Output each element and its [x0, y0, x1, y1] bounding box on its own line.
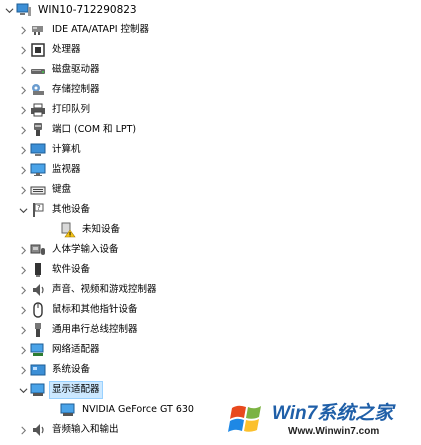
watermark-url: Www.Winwin7.com: [288, 426, 380, 437]
tree-item-label: IDE ATA/ATAPI 控制器: [52, 24, 150, 35]
tree-item-ports[interactable]: 端口 (COM 和 LPT): [0, 120, 421, 140]
tree-item-system-devices[interactable]: 系统设备: [0, 360, 421, 380]
storage-controller-icon: [30, 82, 46, 98]
speaker-icon: [30, 282, 46, 298]
tree-item-label: 处理器: [52, 44, 81, 55]
tree-item-processor[interactable]: 处理器: [0, 40, 421, 60]
display-adapter-icon: [30, 382, 46, 398]
display-adapter-icon: [60, 402, 76, 418]
chevron-right-icon[interactable]: [16, 180, 30, 200]
chevron-down-icon[interactable]: [2, 0, 16, 20]
keyboard-icon: [30, 182, 46, 198]
tree-item-computer[interactable]: 计算机: [0, 140, 421, 160]
watermark-brand: Win7系统之家: [272, 403, 394, 424]
chevron-right-icon[interactable]: [16, 240, 30, 260]
tree-item-keyboards[interactable]: 键盘: [0, 180, 421, 200]
device-manager-tree: WIN10-712290823 IDE ATA/ATAPI 控制器 处理器 磁盘…: [0, 0, 421, 445]
tree-item-usb-controllers[interactable]: 通用串行总线控制器: [0, 320, 421, 340]
tree-root[interactable]: WIN10-712290823: [0, 0, 421, 20]
disk-drive-icon: [30, 62, 46, 78]
chevron-right-icon[interactable]: [16, 120, 30, 140]
tree-item-sound-video-game[interactable]: 声音、视频和游戏控制器: [0, 280, 421, 300]
chevron-right-icon[interactable]: [16, 260, 30, 280]
tree-item-unknown-device[interactable]: 未知设备: [0, 220, 421, 240]
tree-item-hid[interactable]: 人体学输入设备: [0, 240, 421, 260]
tree-item-label: 声音、视频和游戏控制器: [52, 284, 157, 295]
tree-item-monitors[interactable]: 监视器: [0, 160, 421, 180]
tree-item-mice[interactable]: 鼠标和其他指针设备: [0, 300, 421, 320]
tree-item-label: 其他设备: [52, 204, 91, 215]
tree-item-label: 键盘: [52, 184, 72, 195]
tree-item-label: 人体学输入设备: [52, 244, 119, 255]
chevron-right-icon[interactable]: [16, 340, 30, 360]
chevron-right-icon[interactable]: [16, 420, 30, 440]
unknown-device-warning-icon: [60, 222, 76, 238]
chevron-right-icon[interactable]: [16, 80, 30, 100]
chevron-right-icon[interactable]: [16, 280, 30, 300]
tree-root-label: WIN10-712290823: [38, 4, 137, 16]
mouse-icon: [30, 302, 46, 318]
chevron-right-icon[interactable]: [16, 20, 30, 40]
computer-icon: [30, 142, 46, 158]
monitor-icon: [30, 162, 46, 178]
chevron-right-icon[interactable]: [16, 40, 30, 60]
network-adapter-icon: [30, 342, 46, 358]
tree-item-label: 计算机: [52, 144, 81, 155]
tree-item-disk-drives[interactable]: 磁盘驱动器: [0, 60, 421, 80]
chevron-down-icon[interactable]: [16, 380, 30, 400]
tree-item-label: 鼠标和其他指针设备: [52, 304, 138, 315]
chevron-right-icon[interactable]: [16, 320, 30, 340]
watermark: Win7系统之家 Www.Winwin7.com: [228, 396, 418, 442]
computer-icon: [16, 2, 32, 18]
tree-item-label: 打印队列: [52, 104, 91, 115]
chevron-right-icon[interactable]: [16, 60, 30, 80]
tree-item-software-devices[interactable]: 软件设备: [0, 260, 421, 280]
tree-item-label: 软件设备: [52, 264, 91, 275]
other-devices-icon: ?: [30, 202, 46, 218]
chevron-right-icon[interactable]: [16, 300, 30, 320]
tree-item-label: 监视器: [52, 164, 81, 175]
svg-text:?: ?: [37, 204, 41, 212]
tree-item-ide-controller[interactable]: IDE ATA/ATAPI 控制器: [0, 20, 421, 40]
tree-item-storage-controllers[interactable]: 存储控制器: [0, 80, 421, 100]
tree-item-label: NVIDIA GeForce GT 630: [82, 404, 194, 415]
tree-item-print-queues[interactable]: 打印队列: [0, 100, 421, 120]
tree-item-label: 网络适配器: [52, 344, 100, 355]
tree-item-other-devices[interactable]: ? 其他设备: [0, 200, 421, 220]
ide-controller-icon: [30, 22, 46, 38]
windows-logo-icon: [228, 398, 270, 438]
tree-item-network-adapters[interactable]: 网络适配器: [0, 340, 421, 360]
chevron-right-icon[interactable]: [16, 140, 30, 160]
usb-icon: [30, 322, 46, 338]
chevron-right-icon[interactable]: [16, 360, 30, 380]
tree-item-label: 存储控制器: [52, 84, 100, 95]
tree-item-label: 磁盘驱动器: [52, 64, 100, 75]
tree-item-label: 系统设备: [52, 364, 91, 375]
system-devices-icon: [30, 362, 46, 378]
processor-icon: [30, 42, 46, 58]
tree-item-label: 音频输入和输出: [52, 424, 119, 435]
port-icon: [30, 122, 46, 138]
tree-item-label: 显示适配器: [49, 381, 103, 399]
hid-icon: [30, 242, 46, 258]
printer-icon: [30, 102, 46, 118]
tree-item-label: 未知设备: [82, 224, 121, 235]
chevron-right-icon[interactable]: [16, 100, 30, 120]
speaker-icon: [30, 422, 46, 438]
software-device-icon: [30, 262, 46, 278]
chevron-down-icon[interactable]: [16, 200, 30, 220]
tree-item-label: 通用串行总线控制器: [52, 324, 138, 335]
tree-item-label: 端口 (COM 和 LPT): [52, 124, 137, 135]
chevron-right-icon[interactable]: [16, 160, 30, 180]
